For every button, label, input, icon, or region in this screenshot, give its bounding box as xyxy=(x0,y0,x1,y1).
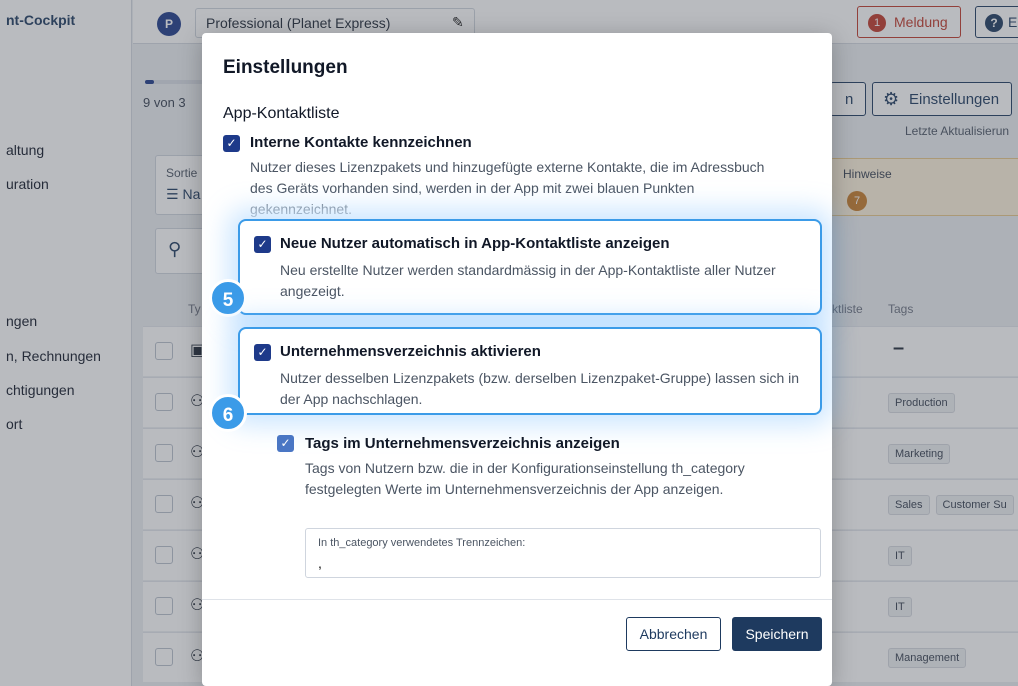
show-tags-label: Tags im Unternehmensverzeichnis anzeigen xyxy=(305,435,620,452)
fade-overlay xyxy=(242,191,822,221)
dialog-divider xyxy=(202,599,832,600)
highlight-box-directory: ✓ Unternehmensverzeichnis aktivieren Nut… xyxy=(238,327,822,415)
internal-contacts-label: Interne Kontakte kennzeichnen xyxy=(250,134,472,151)
cancel-button[interactable]: Abbrechen xyxy=(626,617,721,651)
step-badge-6: 6 xyxy=(209,394,247,432)
show-tags-desc: Tags von Nutzern bzw. die in der Konfigu… xyxy=(305,460,745,497)
checkbox-show-tags[interactable]: ✓ xyxy=(277,435,294,452)
separator-value[interactable]: , xyxy=(318,555,322,571)
separator-label: In th_category verwendetes Trennzeichen: xyxy=(318,537,526,549)
settings-dialog: Einstellungen App-Kontaktliste ✓ Interne… xyxy=(202,33,832,686)
section-title: App-Kontaktliste xyxy=(223,105,340,122)
company-directory-label: Unternehmensverzeichnis aktivieren xyxy=(280,343,541,360)
checkbox-auto-show-new-users[interactable]: ✓ xyxy=(254,236,271,253)
save-button[interactable]: Speichern xyxy=(732,617,822,651)
checkbox-company-directory[interactable]: ✓ xyxy=(254,344,271,361)
auto-show-label: Neue Nutzer automatisch in App-Kontaktli… xyxy=(280,235,670,252)
separator-input[interactable]: In th_category verwendetes Trennzeichen:… xyxy=(305,528,821,578)
step-badge-5: 5 xyxy=(209,279,247,317)
checkbox-internal-contacts[interactable]: ✓ xyxy=(223,135,240,152)
auto-show-desc: Neu erstellte Nutzer werden standardmäss… xyxy=(280,262,776,299)
company-directory-desc: Nutzer desselben Lizenzpakets (bzw. ders… xyxy=(280,370,800,407)
dialog-title: Einstellungen xyxy=(223,57,348,78)
highlight-box-auto-show: ✓ Neue Nutzer automatisch in App-Kontakt… xyxy=(238,219,822,315)
